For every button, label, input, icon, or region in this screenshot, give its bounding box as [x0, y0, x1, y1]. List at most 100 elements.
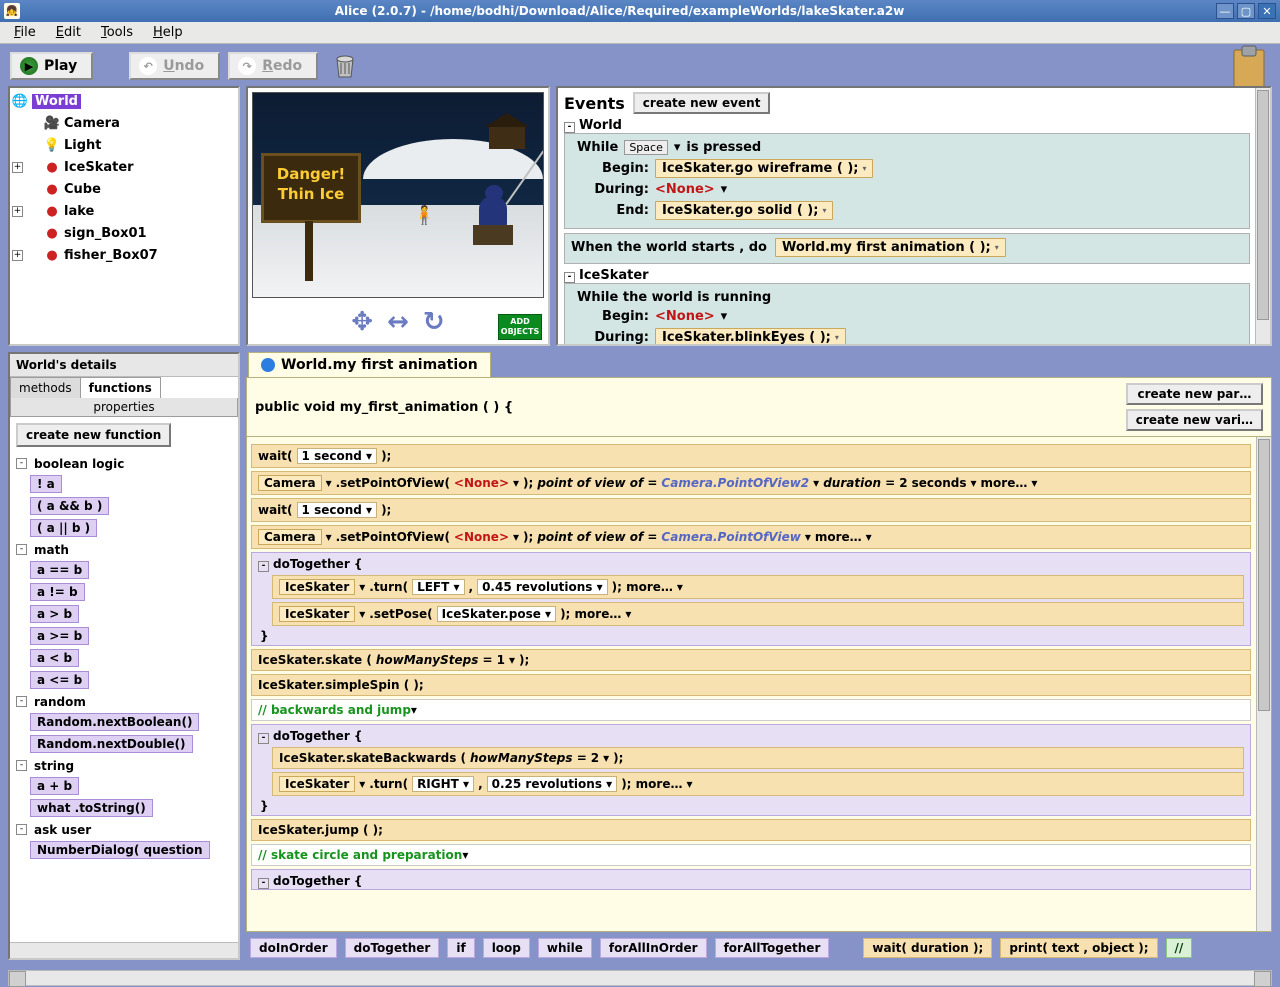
add-objects-button[interactable]: ADD OBJECTS: [498, 314, 542, 340]
menu-file[interactable]: File: [4, 23, 46, 42]
fn-tostring[interactable]: what .toString(): [30, 799, 153, 817]
tree-item-iceskater[interactable]: + ● IceSkater: [12, 156, 236, 178]
block-dotogether-3[interactable]: -doTogether {: [251, 869, 1251, 890]
editor-scrollbar[interactable]: [1256, 437, 1271, 931]
fn-not[interactable]: ! a: [30, 475, 62, 493]
expander-icon[interactable]: +: [12, 162, 23, 173]
fn-number-dialog[interactable]: NumberDialog( question: [30, 841, 210, 859]
trash-icon[interactable]: [334, 53, 356, 79]
scene-viewport[interactable]: 🧍 Danger! Thin Ice: [252, 92, 544, 298]
fn-eq[interactable]: a == b: [30, 561, 89, 579]
close-button[interactable]: ✕: [1258, 3, 1276, 19]
maximize-button[interactable]: ▢: [1237, 3, 1255, 19]
method-tab[interactable]: World.my first animation: [248, 352, 491, 377]
event-end-call[interactable]: IceSkater.go solid ( );▾: [655, 201, 833, 220]
fn-ge[interactable]: a >= b: [30, 627, 89, 645]
nav-left-right-icon[interactable]: ↔: [387, 307, 409, 337]
pal-doinorder[interactable]: doInOrder: [250, 938, 337, 958]
tree-item-cube[interactable]: ● Cube: [12, 178, 236, 200]
method-body-scroll[interactable]: wait(1 second ▾); Camera▾ .setPointOfVie…: [246, 437, 1272, 932]
expander-icon[interactable]: +: [12, 250, 23, 261]
event-while-key[interactable]: While Space▾ is pressed Begin: IceSkater…: [564, 133, 1250, 229]
event-world-start[interactable]: When the world starts , do World.my firs…: [564, 233, 1250, 264]
undo-button[interactable]: ↶ Undo: [129, 52, 220, 80]
tree-root-world[interactable]: 🌐 World: [12, 90, 236, 112]
cat-random[interactable]: -random: [16, 691, 232, 711]
fn-concat[interactable]: a + b: [30, 777, 79, 795]
event-during-call[interactable]: IceSkater.blinkEyes ( );▾: [655, 328, 846, 346]
fn-rand-double[interactable]: Random.nextDouble(): [30, 735, 193, 753]
fn-or[interactable]: ( a || b ): [30, 519, 97, 537]
clipboard-icon[interactable]: [1230, 44, 1268, 90]
create-event-button[interactable]: create new event: [633, 92, 771, 114]
event-during-none[interactable]: <None>: [655, 182, 715, 197]
menu-edit[interactable]: Edit: [46, 23, 91, 42]
fn-gt[interactable]: a > b: [30, 605, 79, 623]
fn-lt[interactable]: a < b: [30, 649, 79, 667]
pal-if[interactable]: if: [447, 938, 474, 958]
tree-item-fisher[interactable]: + ● fisher_Box07: [12, 244, 236, 266]
fn-and[interactable]: ( a && b ): [30, 497, 109, 515]
stmt-simplespin[interactable]: IceSkater.simpleSpin ( );: [251, 674, 1251, 696]
block-dotogether-2[interactable]: -doTogether { IceSkater.skateBackwards (…: [251, 724, 1251, 816]
stmt-skate[interactable]: IceSkater.skate ( howManySteps = 1▾ );: [251, 649, 1251, 671]
cat-boolean[interactable]: -boolean logic: [16, 453, 232, 473]
details-hscroll[interactable]: [10, 942, 238, 958]
tab-properties[interactable]: properties: [10, 398, 238, 417]
redo-icon: ↷: [238, 57, 256, 75]
pal-dotogether[interactable]: doTogether: [345, 938, 440, 958]
play-button[interactable]: ▶ Play: [10, 52, 93, 80]
fn-rand-bool[interactable]: Random.nextBoolean(): [30, 713, 199, 731]
comment-circle-prep[interactable]: // skate circle and preparation▾: [251, 844, 1251, 866]
event-begin-none[interactable]: <None>: [655, 309, 715, 324]
minimize-button[interactable]: —: [1216, 3, 1234, 19]
event-start-call[interactable]: World.my first animation ( );▾: [775, 238, 1006, 257]
redo-button[interactable]: ↷ Redo: [228, 52, 318, 80]
cat-math[interactable]: -math: [16, 539, 232, 559]
camera-nav-bar: ✥ ↔ ↻ ADD OBJECTS: [252, 302, 544, 342]
stmt-wait-1[interactable]: wait(1 second ▾);: [251, 444, 1251, 468]
key-space-chip[interactable]: Space: [624, 140, 668, 155]
block-dotogether-1[interactable]: -doTogether { IceSkater▾ .turn(LEFT ▾ , …: [251, 552, 1251, 646]
pal-wait[interactable]: wait( duration );: [863, 938, 992, 958]
bottom-hscroll[interactable]: [8, 970, 1272, 986]
pal-comment[interactable]: //: [1166, 938, 1193, 958]
stmt-setpov-2[interactable]: Camera▾ .setPointOfView( <None>▾ ); poin…: [251, 525, 1251, 549]
nav-up-down-icon[interactable]: ✥: [351, 307, 373, 337]
expander-icon[interactable]: +: [12, 206, 23, 217]
collapse-icon[interactable]: -: [564, 272, 575, 283]
fn-le[interactable]: a <= b: [30, 671, 89, 689]
pal-while[interactable]: while: [538, 938, 592, 958]
tree-item-lake[interactable]: + ● lake: [12, 200, 236, 222]
pal-loop[interactable]: loop: [483, 938, 530, 958]
cat-string[interactable]: -string: [16, 755, 232, 775]
menu-help[interactable]: Help: [143, 23, 193, 42]
nav-rotate-icon[interactable]: ↻: [423, 307, 445, 337]
stmt-setpov-1[interactable]: Camera▾ .setPointOfView( <None>▾ ); poin…: [251, 471, 1251, 495]
stmt-turn-right[interactable]: IceSkater▾ .turn(RIGHT ▾ , 0.25 revoluti…: [272, 772, 1244, 796]
comment-back-jump[interactable]: // backwards and jump▾: [251, 699, 1251, 721]
create-var-button[interactable]: create new vari…: [1126, 409, 1263, 431]
event-while-running[interactable]: While the world is running Begin: <None>…: [564, 283, 1250, 346]
tab-functions[interactable]: functions: [80, 377, 161, 398]
menu-tools[interactable]: Tools: [91, 23, 143, 42]
event-begin-call[interactable]: IceSkater.go wireframe ( );▾: [655, 159, 873, 178]
pal-foralltogether[interactable]: forAllTogether: [715, 938, 830, 958]
create-param-button[interactable]: create new par…: [1126, 383, 1263, 405]
stmt-turn-left[interactable]: IceSkater▾ .turn(LEFT ▾ , 0.45 revolutio…: [272, 575, 1244, 599]
tree-item-sign[interactable]: ● sign_Box01: [12, 222, 236, 244]
collapse-icon[interactable]: -: [564, 122, 575, 133]
stmt-jump[interactable]: IceSkater.jump ( );: [251, 819, 1251, 841]
pal-forallinorder[interactable]: forAllInOrder: [600, 938, 707, 958]
stmt-setpose[interactable]: IceSkater▾ .setPose(IceSkater.pose ▾ ); …: [272, 602, 1244, 626]
stmt-wait-2[interactable]: wait(1 second ▾);: [251, 498, 1251, 522]
cat-ask[interactable]: -ask user: [16, 819, 232, 839]
events-scrollbar[interactable]: [1255, 88, 1270, 344]
pal-print[interactable]: print( text , object );: [1000, 938, 1157, 958]
fn-ne[interactable]: a != b: [30, 583, 85, 601]
tab-methods[interactable]: methods: [10, 377, 81, 398]
tree-item-light[interactable]: 💡 Light: [12, 134, 236, 156]
stmt-skate-back[interactable]: IceSkater.skateBackwards ( howManySteps …: [272, 747, 1244, 769]
tree-item-camera[interactable]: 🎥 Camera: [12, 112, 236, 134]
create-function-button[interactable]: create new function: [16, 423, 171, 447]
